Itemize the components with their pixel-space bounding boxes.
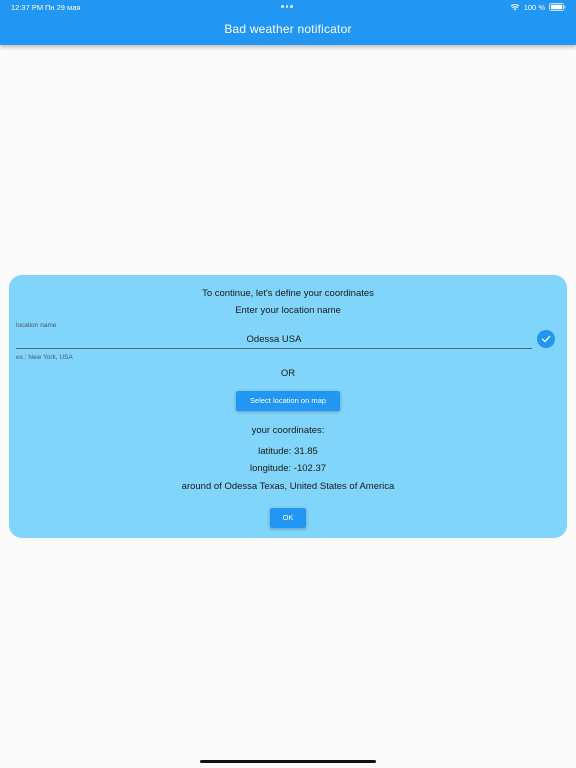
location-name-input[interactable] <box>16 330 532 349</box>
location-field-label: location name <box>16 322 57 329</box>
battery-percent: 100 % <box>523 2 545 12</box>
battery-icon <box>549 3 566 11</box>
dialog-prompt-text: Enter your location name <box>235 305 341 316</box>
place-description-text: around of Odessa Texas, United States of… <box>181 481 395 492</box>
app-bar: 12:37 PM Пн 29 мая 100 % Bad weather not… <box>0 0 576 45</box>
status-time: 12:37 PM <box>11 3 44 12</box>
multitasking-dots-icon[interactable] <box>281 5 295 8</box>
select-location-on-map-button[interactable]: Select location on map <box>236 391 340 411</box>
status-date: Пн 29 мая <box>45 3 81 12</box>
check-icon <box>541 335 551 343</box>
ok-button[interactable]: OK <box>270 508 306 528</box>
wifi-icon <box>510 3 520 11</box>
app-title: Bad weather notificator <box>224 22 352 36</box>
coordinates-header: your coordinates: <box>251 425 325 436</box>
home-indicator[interactable] <box>200 760 376 763</box>
app-screen: 12:37 PM Пн 29 мая 100 % Bad weather not… <box>0 0 576 768</box>
latitude-text: latitude: 31.85 <box>258 446 318 457</box>
dialog-intro-text: To continue, let's define your coordinat… <box>202 288 374 299</box>
longitude-text: longitude: -102.37 <box>249 463 327 474</box>
coordinates-dialog: To continue, let's define your coordinat… <box>9 275 567 538</box>
confirm-location-button[interactable] <box>537 330 555 348</box>
status-indicators: 100 % <box>510 2 566 12</box>
status-bar: 12:37 PM Пн 29 мая 100 % <box>0 0 576 14</box>
or-separator: OR <box>280 368 296 379</box>
location-field-helper: ex.: New York, USA <box>16 354 73 361</box>
